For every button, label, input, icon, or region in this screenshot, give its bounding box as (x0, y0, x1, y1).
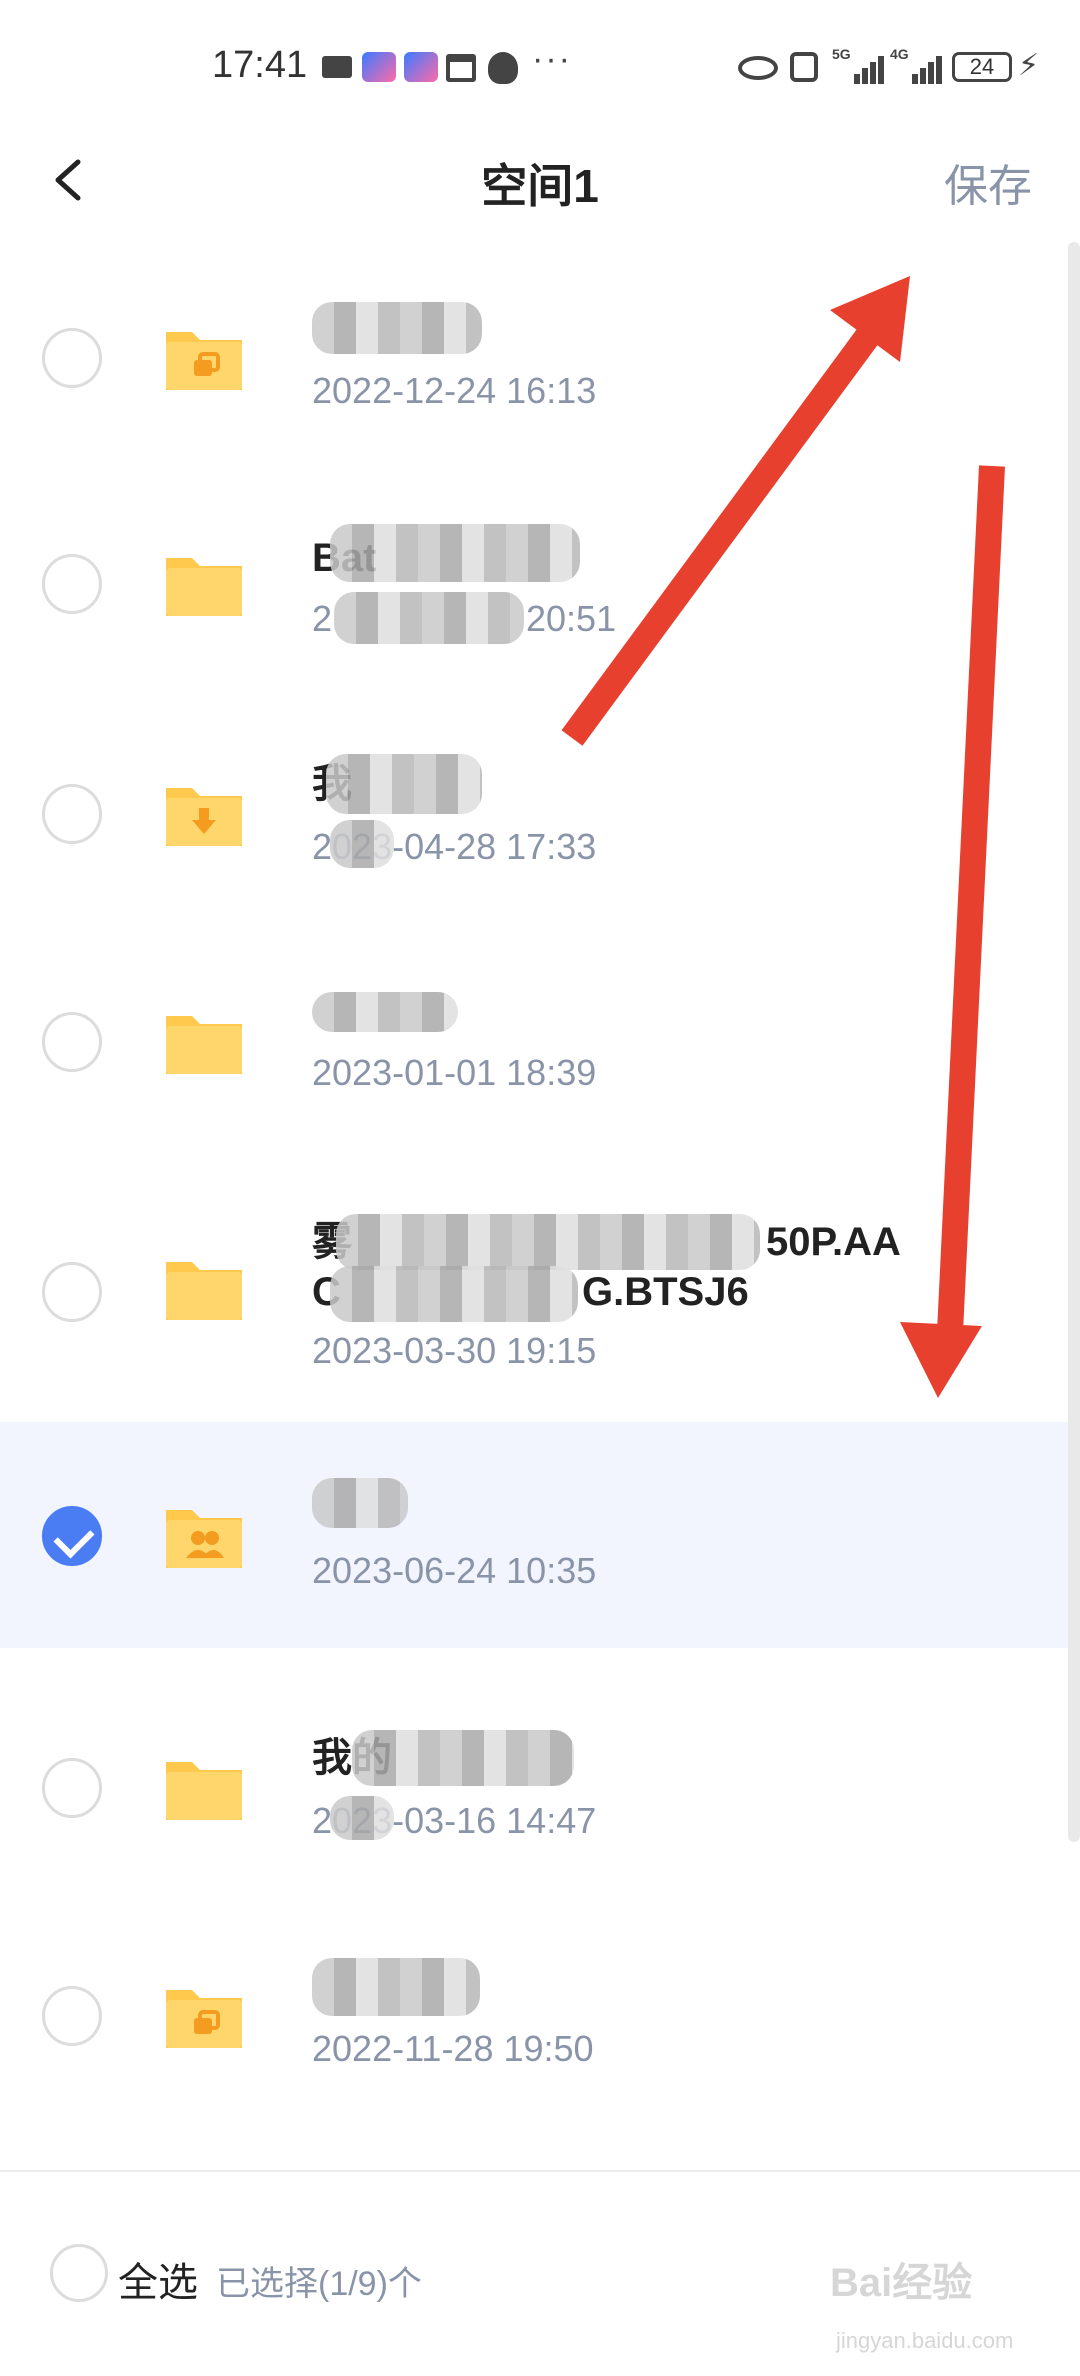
page-title: 空间1 (481, 160, 599, 212)
redacted-name (330, 1266, 578, 1322)
status-bar: 17:41 ··· 5G 4G 24 ⚡ (0, 0, 1080, 130)
network-label: 4G (890, 46, 909, 62)
folder-date: 2023-06-24 10:35 (312, 1550, 597, 1591)
save-button[interactable]: 保存 (944, 150, 1032, 214)
baidu-watermark-url: jingyan.baidu.com (836, 2328, 1014, 2353)
redacted-name (312, 1478, 408, 1528)
redacted-name (312, 302, 482, 354)
calendar-icon (446, 54, 476, 82)
row-checkbox[interactable] (42, 784, 102, 844)
list-item[interactable]: 2022-11-28 19:50 (0, 1874, 1080, 2100)
more-notifications-icon: ··· (532, 40, 572, 78)
list-item[interactable]: 我 2023-04-28 17:33 (0, 668, 1080, 896)
redacted-name (312, 1958, 480, 2016)
signal-5g-icon: 5G (832, 46, 884, 84)
folder-name-suffix: 50P.AA (766, 1220, 901, 1264)
row-checkbox[interactable] (42, 1758, 102, 1818)
network-label: 5G (832, 46, 851, 62)
redacted-name (326, 754, 482, 814)
folder-date: 2022-12-24 16:13 (312, 370, 597, 411)
redacted-name (352, 1730, 574, 1786)
list-item[interactable]: 我的 2023-03-16 14:47 (0, 1648, 1080, 1874)
row-checkbox[interactable] (42, 1262, 102, 1322)
folder-date-time: 20:51 (526, 598, 617, 639)
folder-date: 2022-11-28 19:50 (312, 2028, 594, 2069)
shared-users-folder-icon (162, 1500, 246, 1572)
list-item[interactable]: 雾 50P.AA C G.BTSJ6 2023-03-30 19:15 (0, 1120, 1080, 1422)
redacted-date (330, 1796, 394, 1840)
divider (0, 2170, 1080, 2172)
folder-icon (162, 1006, 246, 1078)
folder-date: 2023-03-30 19:15 (312, 1330, 597, 1371)
row-checkbox-checked[interactable] (42, 1506, 102, 1566)
select-all-checkbox[interactable] (50, 2244, 108, 2302)
row-checkbox[interactable] (42, 554, 102, 614)
mail-icon (322, 56, 352, 78)
download-folder-icon (162, 778, 246, 850)
folder-icon (162, 1252, 246, 1324)
scrollbar[interactable] (1068, 242, 1080, 1842)
folder-name-line2-suffix: G.BTSJ6 (582, 1270, 749, 1314)
redacted-date (330, 820, 394, 868)
redacted-date (334, 592, 524, 644)
redacted-name (330, 524, 580, 582)
battery-icon: 24 (952, 52, 1012, 82)
app-notification-icon (404, 52, 438, 82)
list-item[interactable]: 2022-12-24 16:13 (0, 240, 1080, 440)
qq-icon (488, 52, 518, 84)
header: 空间1 保存 (0, 130, 1080, 230)
redacted-name (336, 1214, 760, 1270)
folder-icon (162, 1752, 246, 1824)
row-checkbox[interactable] (42, 1986, 102, 2046)
row-checkbox[interactable] (42, 1012, 102, 1072)
eye-icon (738, 56, 778, 80)
share-folder-icon (162, 322, 246, 394)
charging-icon: ⚡ (1018, 49, 1040, 82)
select-all-label[interactable]: 全选 (118, 2250, 198, 2308)
row-checkbox[interactable] (42, 328, 102, 388)
status-time: 17:41 (212, 44, 308, 86)
baidu-watermark: Bai经验 (830, 2261, 973, 2305)
list-item[interactable]: 2023-01-01 18:39 (0, 896, 1080, 1120)
selected-count: 已选择(1/9)个 (216, 2265, 422, 2303)
signal-4g-icon: 4G (890, 46, 942, 84)
nfc-icon (790, 52, 818, 82)
list-item-selected[interactable]: 2023-06-24 10:35 (0, 1422, 1080, 1648)
folder-date: 2 (312, 598, 333, 639)
share-folder-icon (162, 1980, 246, 2052)
folder-date: 2023-01-01 18:39 (312, 1052, 597, 1093)
redacted-name (312, 992, 458, 1032)
app-notification-icon (362, 52, 396, 82)
folder-icon (162, 548, 246, 620)
list-item[interactable]: Bat 2 20:51 (0, 440, 1080, 668)
